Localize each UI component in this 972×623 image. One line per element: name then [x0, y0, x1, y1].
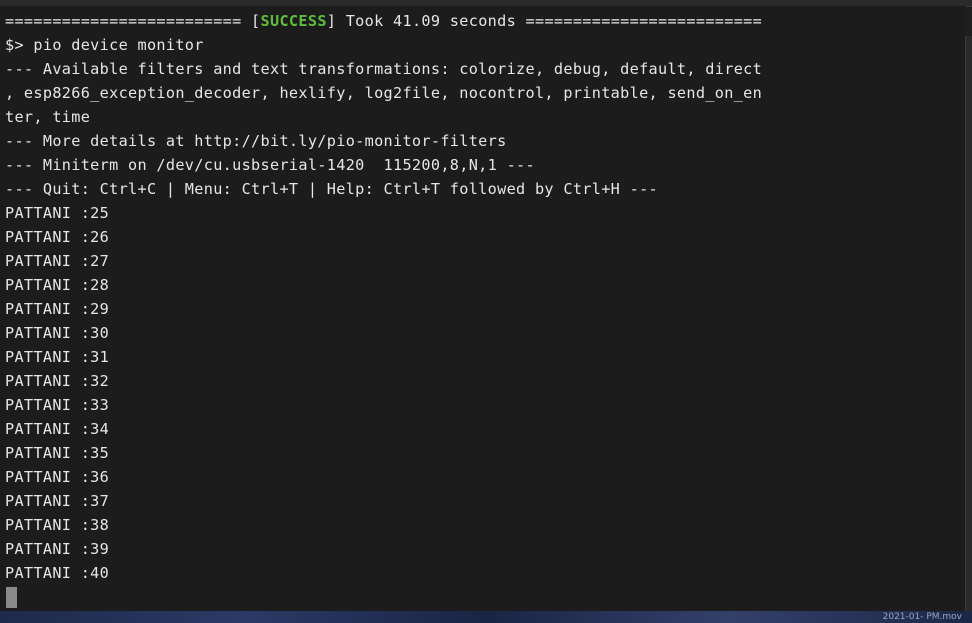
- terminal-line: PATTANI :33: [5, 396, 110, 414]
- terminal-line: PATTANI :34: [5, 420, 110, 438]
- terminal-window[interactable]: ========================= [SUCCESS] Took…: [0, 6, 966, 611]
- terminal-line: PATTANI :36: [5, 468, 110, 486]
- terminal-line: PATTANI :38: [5, 516, 110, 534]
- terminal-line: PATTANI :28: [5, 276, 110, 294]
- terminal-line: PATTANI :31: [5, 348, 110, 366]
- terminal-line: PATTANI :27: [5, 252, 110, 270]
- desktop-background: 2021-01- PM.mov: [0, 611, 972, 623]
- terminal-line: PATTANI :32: [5, 372, 110, 390]
- terminal-output: ========================= [SUCCESS] Took…: [5, 9, 762, 585]
- terminal-line: , esp8266_exception_decoder, hexlify, lo…: [5, 84, 763, 102]
- terminal-line: PATTANI :39: [5, 540, 110, 558]
- status-prefix: ========================= [: [5, 12, 261, 30]
- terminal-line: PATTANI :29: [5, 300, 110, 318]
- terminal-line: --- Miniterm on /dev/cu.usbserial-1420 1…: [5, 156, 535, 174]
- build-status-line: ========================= [SUCCESS] Took…: [5, 9, 762, 33]
- terminal-line: PATTANI :25: [5, 204, 110, 222]
- terminal-line: $> pio device monitor: [5, 36, 204, 54]
- desktop-file-label: 2021-01- PM.mov: [882, 612, 962, 622]
- status-suffix: ] Took 41.09 seconds ===================…: [326, 12, 763, 30]
- success-badge: SUCCESS: [260, 12, 327, 30]
- terminal-cursor: [6, 587, 17, 608]
- terminal-line: --- More details at http://bit.ly/pio-mo…: [5, 132, 507, 150]
- terminal-line: PATTANI :37: [5, 492, 110, 510]
- terminal-line: --- Available filters and text transform…: [5, 60, 763, 78]
- terminal-line: ter, time: [5, 108, 91, 126]
- scrollbar[interactable]: [965, 36, 972, 611]
- terminal-line: --- Quit: Ctrl+C | Menu: Ctrl+T | Help: …: [5, 180, 658, 198]
- terminal-line: PATTANI :35: [5, 444, 110, 462]
- terminal-line: PATTANI :26: [5, 228, 110, 246]
- terminal-line: PATTANI :40: [5, 564, 110, 582]
- terminal-line: PATTANI :30: [5, 324, 110, 342]
